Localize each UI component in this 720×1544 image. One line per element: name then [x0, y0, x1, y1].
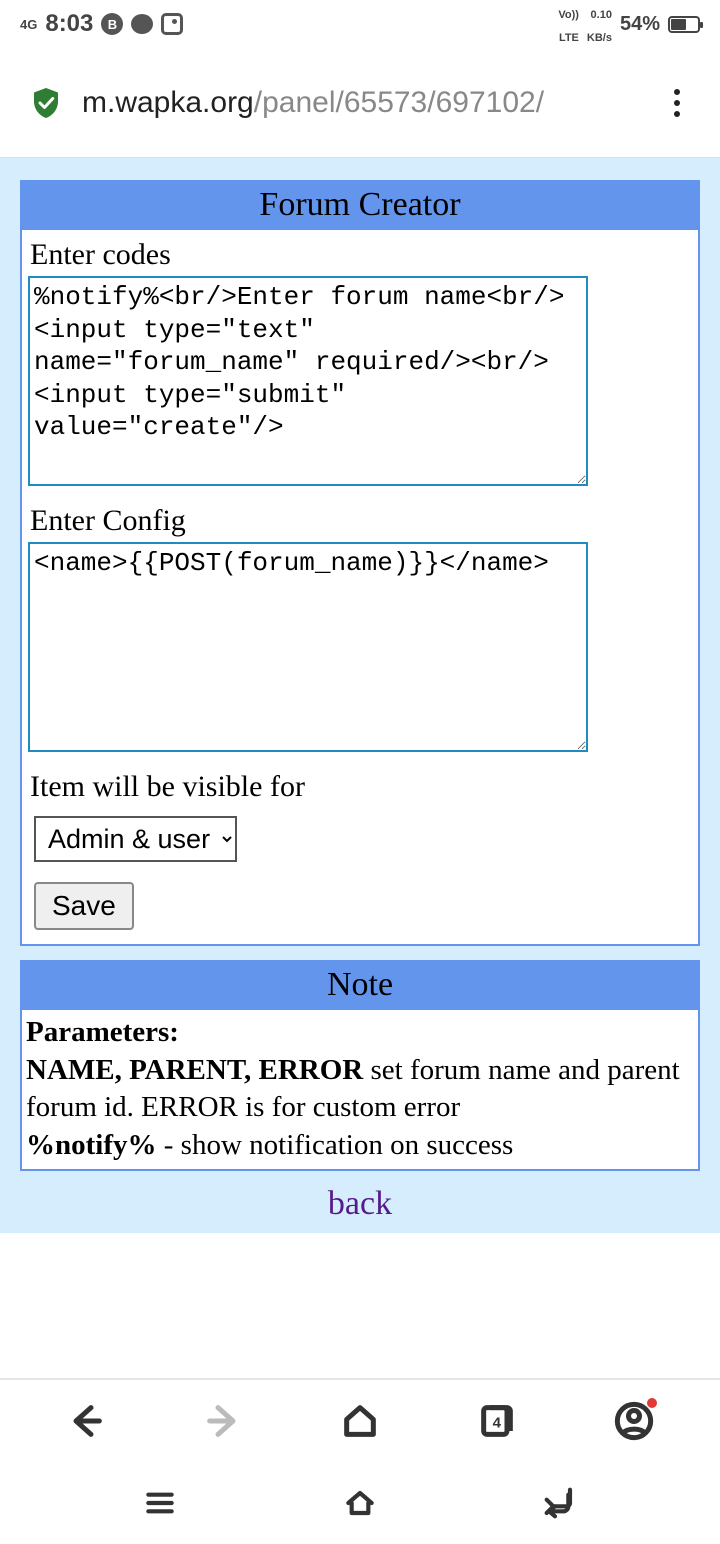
- notification-dot-icon: [647, 1398, 657, 1408]
- nav-home-button[interactable]: [340, 1401, 380, 1446]
- nav-profile-button[interactable]: [614, 1401, 654, 1446]
- note-parameters-heading: Parameters:: [26, 1016, 179, 1048]
- panel-title: Forum Creator: [22, 182, 698, 230]
- chat-icon: [131, 14, 153, 34]
- config-textarea[interactable]: [28, 542, 588, 752]
- camera-icon: [161, 13, 183, 35]
- save-button[interactable]: Save: [34, 882, 134, 930]
- note-params-bold: NAME, PARENT, ERROR: [26, 1054, 363, 1086]
- codes-label: Enter codes: [30, 238, 692, 272]
- url-host: m.wapka.org: [82, 86, 254, 119]
- visibility-label: Item will be visible for: [30, 770, 692, 804]
- config-label: Enter Config: [30, 504, 692, 538]
- browser-address-bar: m.wapka.org/panel/65573/697102/: [0, 48, 720, 158]
- note-panel: Note Parameters: NAME, PARENT, ERROR set…: [20, 960, 700, 1171]
- nav-back-button[interactable]: [66, 1401, 106, 1446]
- sys-home-button[interactable]: [338, 1483, 382, 1528]
- codes-textarea[interactable]: [28, 276, 588, 486]
- status-bar: 4G 8:03 B Vo))LTE 0.10KB/s 54%: [0, 0, 720, 48]
- note-body: Parameters: NAME, PARENT, ERROR set foru…: [22, 1010, 698, 1169]
- data-speed: 0.10KB/s: [587, 9, 612, 44]
- url-path: /panel/65573/697102/: [254, 86, 544, 119]
- browser-menu-button[interactable]: [662, 89, 692, 117]
- forum-creator-panel: Forum Creator Enter codes Enter Config I…: [20, 180, 700, 946]
- nav-tabs-count: 4: [493, 1415, 501, 1432]
- note-title: Note: [22, 962, 698, 1010]
- network-type: 4G: [20, 18, 37, 31]
- status-time: 8:03: [45, 10, 93, 38]
- sys-recent-button[interactable]: [138, 1483, 182, 1528]
- nav-forward-button[interactable]: [203, 1401, 243, 1446]
- note-notify-bold: %notify%: [26, 1129, 157, 1161]
- note-notify-text: - show notification on success: [157, 1129, 514, 1161]
- nav-tabs-button[interactable]: 4: [477, 1401, 517, 1446]
- battery-percent: 54%: [620, 13, 660, 36]
- sys-back-button[interactable]: [538, 1483, 582, 1528]
- back-link[interactable]: back: [20, 1185, 700, 1223]
- app-badge-icon: B: [101, 13, 123, 35]
- page-body: Forum Creator Enter codes Enter Config I…: [0, 158, 720, 1233]
- volte-icon: Vo))LTE: [558, 9, 579, 44]
- visibility-select[interactable]: Admin & user: [34, 816, 237, 862]
- site-secure-icon[interactable]: [28, 85, 64, 121]
- browser-bottom-nav: 4: [0, 1378, 720, 1466]
- url-text[interactable]: m.wapka.org/panel/65573/697102/: [82, 86, 644, 120]
- battery-icon: [668, 16, 700, 33]
- system-nav-bar: [0, 1466, 720, 1544]
